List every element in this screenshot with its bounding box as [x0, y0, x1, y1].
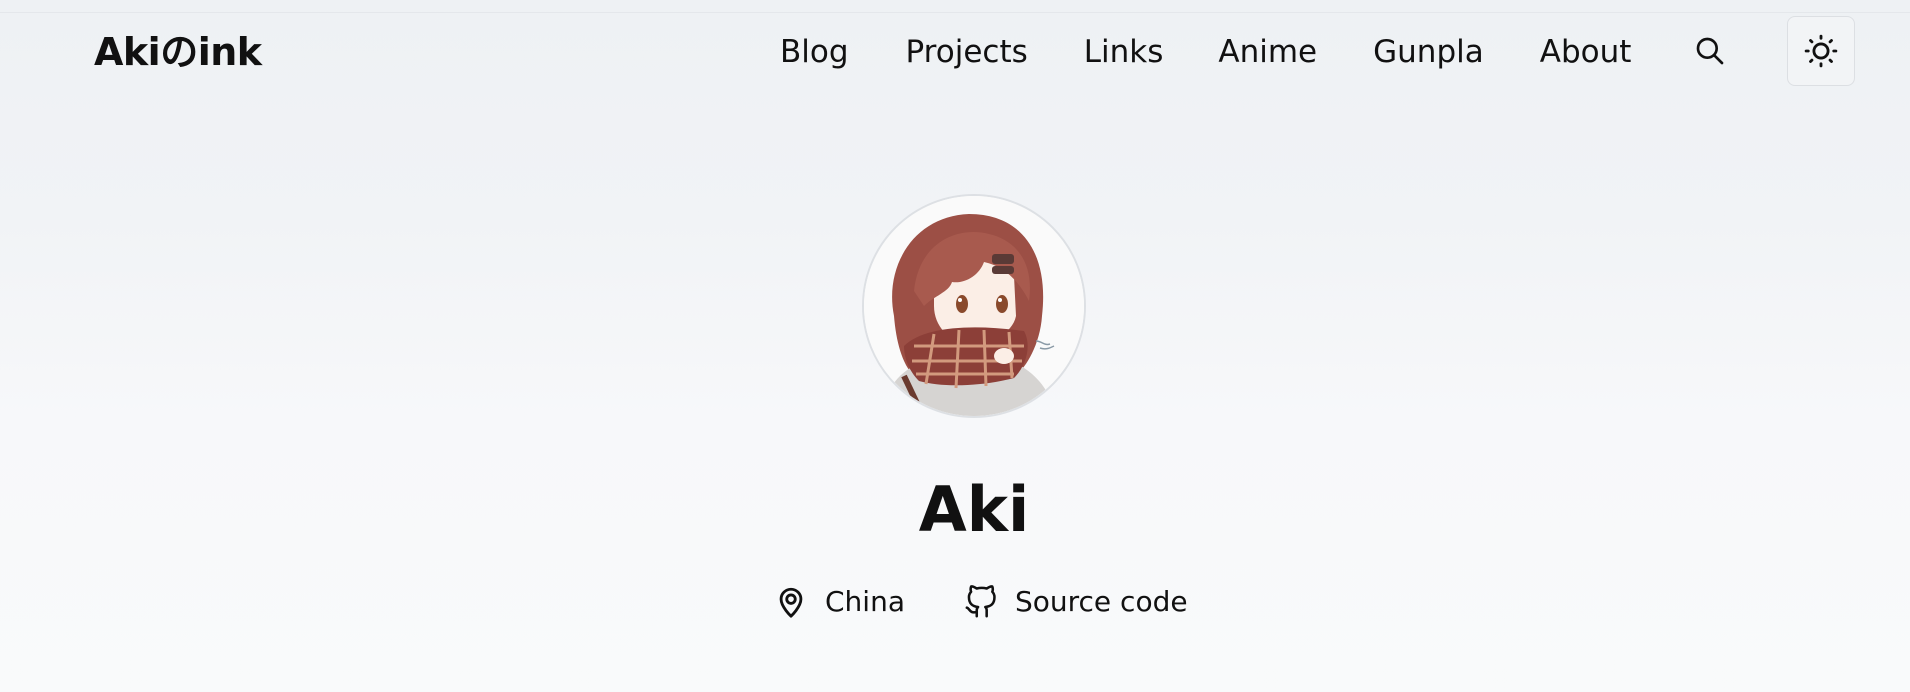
- nav-gunpla[interactable]: Gunpla: [1373, 30, 1484, 74]
- search-button[interactable]: [1692, 33, 1728, 69]
- search-icon: [1696, 37, 1724, 65]
- profile-meta: China Source code: [773, 580, 1188, 624]
- nav-blog[interactable]: Blog: [780, 30, 849, 74]
- nav-anime[interactable]: Anime: [1218, 30, 1317, 74]
- site-header: Akiのink Blog Projects Links Anime Gunpla…: [0, 0, 1910, 104]
- profile-name: Aki: [918, 473, 1030, 546]
- avatar-illustration: [864, 196, 1084, 416]
- source-code-link[interactable]: Source code: [963, 580, 1188, 624]
- map-pin-icon: [773, 584, 809, 620]
- main-nav: Blog Projects Links Anime Gunpla About: [780, 30, 1631, 74]
- avatar: [862, 194, 1086, 418]
- location-label: China: [825, 585, 905, 618]
- location: China: [773, 580, 905, 624]
- nav-projects[interactable]: Projects: [906, 30, 1028, 74]
- sun-icon: [1804, 34, 1838, 68]
- nav-about[interactable]: About: [1540, 30, 1632, 74]
- theme-toggle-button[interactable]: [1787, 16, 1855, 86]
- github-icon: [963, 584, 999, 620]
- site-logo[interactable]: Akiのink: [94, 30, 262, 74]
- source-code-label: Source code: [1014, 585, 1188, 618]
- nav-links[interactable]: Links: [1084, 30, 1164, 74]
